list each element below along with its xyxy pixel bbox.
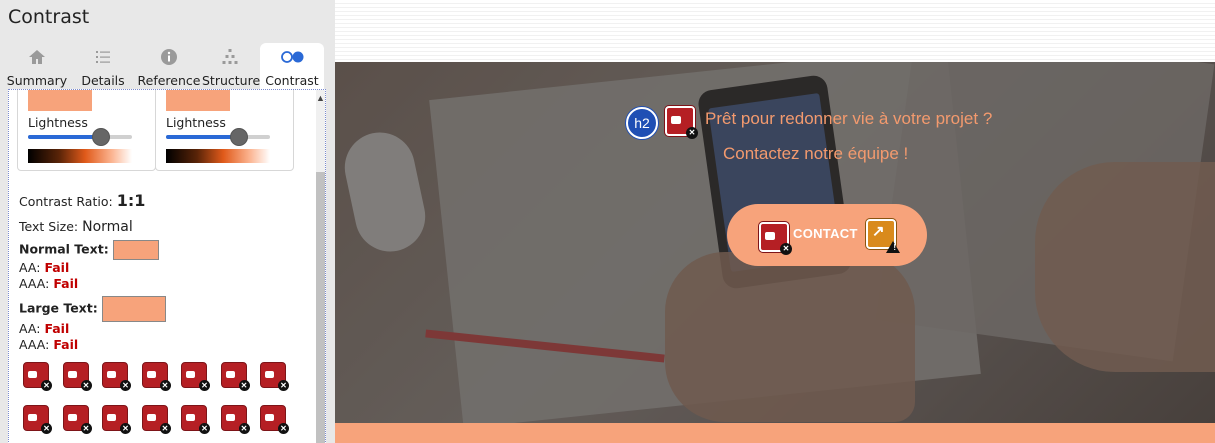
tab-summary[interactable]: Summary: [4, 43, 70, 89]
contrast-error-icon[interactable]: ✕: [141, 405, 171, 434]
foreground-swatch[interactable]: [28, 90, 92, 111]
contrast-icon: [260, 47, 324, 69]
foreground-lightness-slider[interactable]: [28, 128, 132, 146]
large-aaa-row: AAA: Fail: [19, 337, 78, 352]
foreground-slider-knob[interactable]: [92, 128, 110, 146]
large-aa-label: AA:: [19, 321, 41, 336]
info-icon: [136, 47, 202, 69]
large-aaa-label: AAA:: [19, 337, 50, 352]
large-text-sample: [101, 296, 166, 322]
tab-contrast[interactable]: Contrast: [260, 43, 324, 89]
contrast-error-icon[interactable]: ✕: [141, 362, 171, 391]
foreground-color-box: Lightness: [17, 90, 156, 171]
normal-text-label: Normal Text:: [19, 241, 109, 257]
hero-heading-line1: Prêt pour redonner vie à votre projet ?: [705, 109, 993, 128]
page-header-strip: [335, 0, 1215, 62]
contrast-error-icon[interactable]: ✕: [62, 362, 92, 391]
panel-title: Contrast: [8, 6, 90, 28]
large-text-label: Large Text:: [19, 300, 98, 316]
tab-details[interactable]: Details: [74, 43, 132, 89]
foreground-gradient: [28, 149, 132, 163]
background-swatch[interactable]: [166, 90, 230, 111]
background-lightness-slider[interactable]: [166, 128, 270, 146]
web-page: h2 ✕ Prêt pour redonner vie à votre proj…: [335, 0, 1215, 443]
contrast-error-icon[interactable]: ✕: [759, 222, 792, 255]
large-text-row: Large Text:: [19, 296, 166, 322]
background-gradient: [166, 149, 270, 163]
contrast-error-icon[interactable]: ✕: [62, 405, 92, 434]
background-color-box: Lightness: [155, 90, 294, 171]
contrast-error-icon[interactable]: ✕: [23, 405, 52, 434]
wave-sidebar: Contrast Summary Details Reference Struc…: [0, 0, 335, 443]
contrast-error-icon[interactable]: ✕: [260, 405, 289, 434]
contrast-ratio: Contrast Ratio: 1:1: [19, 191, 145, 210]
contrast-error-icon[interactable]: ✕: [181, 362, 210, 391]
contrast-content: Lightness Lightness Contrast Ratio: 1:1 …: [8, 89, 326, 443]
home-icon: [4, 47, 70, 69]
normal-aaa-label: AAA:: [19, 276, 50, 291]
scroll-up-arrow-icon[interactable]: ▲: [316, 93, 325, 103]
large-aa-result: Fail: [44, 321, 70, 336]
contrast-ratio-value: 1:1: [116, 191, 146, 210]
h2-heading-icon[interactable]: h2: [626, 107, 658, 139]
hero-heading-line2: Contactez notre équipe !: [723, 144, 909, 163]
normal-aa-label: AA:: [19, 260, 41, 275]
tab-reference[interactable]: Reference: [136, 43, 202, 89]
tab-bar: Summary Details Reference Structure Cont…: [0, 41, 335, 89]
background-slider-knob[interactable]: [230, 128, 248, 146]
contrast-error-icon[interactable]: ✕: [102, 405, 131, 434]
normal-text-row: Normal Text:: [19, 240, 159, 260]
normal-aa-row: AA: Fail: [19, 260, 69, 275]
contrast-error-icon[interactable]: ✕: [260, 362, 289, 391]
large-aaa-result: Fail: [53, 337, 79, 352]
normal-text-sample: [112, 240, 159, 260]
large-aa-row: AA: Fail: [19, 321, 69, 336]
normal-aaa-row: AAA: Fail: [19, 276, 78, 291]
panel-scrollbar[interactable]: ▲: [316, 90, 325, 443]
contrast-error-icon[interactable]: ✕: [665, 106, 698, 139]
scrollbar-thumb[interactable]: [316, 172, 325, 443]
tab-details-label: Details: [81, 73, 125, 88]
contrast-error-icon[interactable]: ✕: [102, 362, 131, 391]
footer-orange-bar: [335, 423, 1215, 443]
tab-structure[interactable]: Structure: [202, 43, 261, 89]
contrast-ratio-label: Contrast Ratio:: [19, 194, 113, 209]
tab-contrast-label: Contrast: [265, 73, 319, 88]
foreground-lightness-label: Lightness: [28, 115, 88, 130]
contrast-error-icon[interactable]: ✕: [220, 362, 250, 391]
normal-aaa-result: Fail: [53, 276, 79, 291]
text-size: Text Size: Normal: [19, 219, 133, 235]
tab-reference-label: Reference: [137, 73, 201, 88]
background-lightness-label: Lightness: [166, 115, 226, 130]
normal-aa-result: Fail: [44, 260, 70, 275]
contact-button-label[interactable]: CONTACT: [793, 226, 858, 241]
tab-summary-label: Summary: [6, 73, 68, 88]
link-alert-icon[interactable]: ↗!: [866, 219, 900, 253]
list-icon: [74, 47, 132, 69]
structure-icon: [202, 47, 258, 69]
text-size-label: Text Size:: [19, 219, 79, 234]
tab-structure-label: Structure: [202, 73, 261, 88]
contrast-error-icon[interactable]: ✕: [181, 405, 210, 434]
contrast-error-icon[interactable]: ✕: [220, 405, 250, 434]
text-size-value: Normal: [82, 219, 133, 235]
contrast-error-icon[interactable]: ✕: [23, 362, 52, 391]
